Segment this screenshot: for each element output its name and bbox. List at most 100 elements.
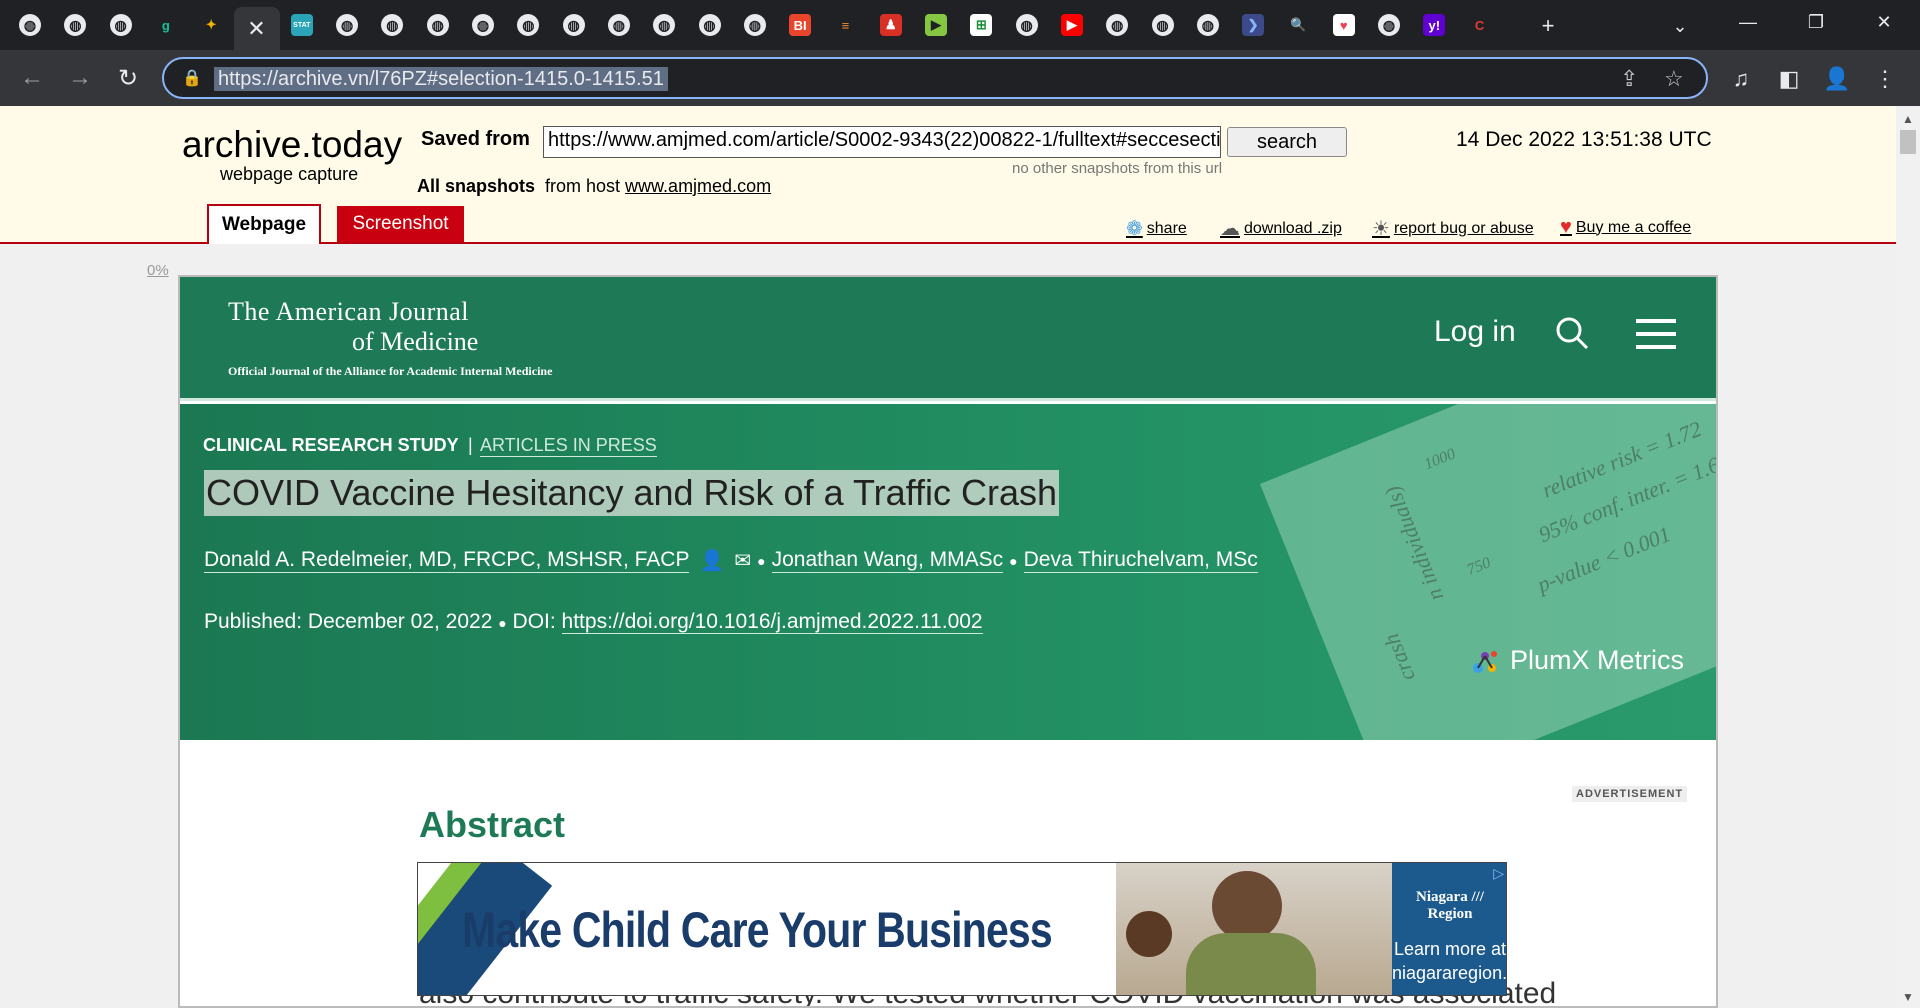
scroll-up-arrow-icon[interactable]: ▲ (1902, 112, 1914, 126)
browser-tab[interactable]: ◍ (101, 7, 141, 43)
ad-learn-line2: niagararegion.ca (1392, 963, 1507, 983)
mail-icon[interactable]: ✉ (734, 548, 751, 573)
host-link[interactable]: www.amjmed.com (625, 176, 771, 196)
browser-tab[interactable]: ◍ (644, 7, 684, 43)
author-link[interactable]: Deva Thiruchelvam, MSc (1023, 548, 1258, 573)
media-control-icon[interactable]: ♫ (1726, 64, 1756, 94)
profile-avatar-icon[interactable]: 👤 (1822, 64, 1852, 94)
section-label: CLINICAL RESEARCH STUDY (203, 435, 459, 455)
browser-tab[interactable]: C (1460, 7, 1500, 43)
chrome-menu-icon[interactable]: ⋮ (1870, 64, 1900, 94)
browser-tab[interactable]: g (146, 7, 186, 43)
plumx-icon (1473, 650, 1497, 673)
journal-title-line1[interactable]: The American Journal (228, 297, 469, 327)
back-button[interactable]: ← (16, 62, 48, 94)
page-scrollbar[interactable]: ▲ ▼ (1896, 106, 1920, 1008)
adchoices-icon[interactable]: ▷ (1493, 865, 1504, 882)
reload-button[interactable]: ↻ (112, 62, 144, 94)
journal-title-line2[interactable]: of Medicine (352, 327, 478, 357)
tab-webpage[interactable]: Webpage (207, 204, 321, 244)
login-link[interactable]: Log in (1434, 315, 1516, 349)
ad-cta-panel[interactable]: ▷ Niagara /// Region Learn more at niaga… (1392, 863, 1507, 995)
articles-in-press-link[interactable]: ARTICLES IN PRESS (480, 435, 657, 457)
person-icon[interactable]: 👤 (699, 548, 724, 573)
doi-link[interactable]: https://doi.org/10.1016/j.amjmed.2022.11… (561, 610, 983, 634)
browser-tab[interactable]: 🔍 (1278, 7, 1318, 43)
address-bar[interactable]: 🔒 https://archive.vn/l76PZ#selection-141… (162, 57, 1708, 99)
globe-icon: ◍ (1015, 14, 1038, 36)
published-date: December 02, 2022 (307, 610, 493, 633)
browser-tab[interactable]: ◍ (599, 7, 639, 43)
hamburger-menu-icon[interactable] (1636, 319, 1676, 349)
search-icon[interactable] (1554, 315, 1590, 351)
browser-tab[interactable]: ◍ (463, 7, 503, 43)
globe-icon: ◍ (1106, 14, 1129, 36)
author-link[interactable]: Donald A. Redelmeier, MD, FRCPC, MSHSR, … (204, 548, 690, 573)
close-icon[interactable]: ✕ (247, 16, 265, 42)
browser-tab[interactable]: y! (1414, 7, 1454, 43)
tab-screenshot[interactable]: Screenshot (337, 206, 464, 242)
side-panel-icon[interactable]: ◧ (1774, 64, 1804, 94)
report-bug-link[interactable]: ☀ report bug or abuse (1372, 216, 1534, 241)
browser-tab[interactable]: ◍ (554, 7, 594, 43)
plumx-metrics-link[interactable]: PlumX Metrics (1470, 645, 1684, 676)
browser-tab[interactable]: ◍ (735, 7, 775, 43)
globe-icon: ◍ (743, 14, 766, 36)
browser-tab[interactable]: ≡ (825, 7, 865, 43)
ad-headline[interactable]: Make Child Care Your Business (462, 901, 1053, 959)
minimize-button[interactable]: — (1714, 0, 1782, 44)
browser-tab[interactable]: ◍ (418, 7, 458, 43)
journal-subtitle: Official Journal of the Alliance for Aca… (228, 364, 553, 378)
browser-tab[interactable]: ▶ (1052, 7, 1092, 43)
close-window-button[interactable]: ✕ (1850, 0, 1918, 44)
scrollbar-thumb[interactable] (1900, 130, 1916, 154)
download-zip-link[interactable]: ☁ download .zip (1220, 216, 1342, 241)
search-icon: 🔍 (1287, 14, 1310, 36)
globe-icon: ◍ (109, 14, 132, 36)
saved-url-input[interactable]: https://www.amjmed.com/article/S0002-934… (543, 126, 1221, 158)
browser-tab[interactable]: ◍ (55, 7, 95, 43)
ad-learn-more[interactable]: Learn more at niagararegion.ca (1392, 937, 1507, 985)
archive-logo[interactable]: archive.today (182, 124, 402, 166)
browser-tab[interactable]: ◍ (1143, 7, 1183, 43)
restore-button[interactable]: ❐ (1782, 0, 1850, 44)
browser-tab[interactable]: ◍ (372, 7, 412, 43)
share-page-icon[interactable]: ⇪ (1620, 66, 1638, 92)
browser-tab[interactable]: ◍ (1097, 7, 1137, 43)
search-button[interactable]: search (1227, 127, 1347, 157)
browser-tab[interactable]: ◍ (690, 7, 730, 43)
globe-icon: ◍ (698, 14, 721, 36)
browser-tab[interactable]: ❯ (1233, 7, 1273, 43)
browser-tab[interactable]: ✦ (191, 7, 231, 43)
browser-tab[interactable]: ◍ (508, 7, 548, 43)
zoom-percentage[interactable]: 0% (147, 262, 169, 279)
browser-tab[interactable]: ◍ (1007, 7, 1047, 43)
saved-from-label: Saved from (421, 128, 530, 150)
browser-tab[interactable]: ♥ (1324, 7, 1364, 43)
ad-photo[interactable] (1116, 863, 1392, 995)
author-link[interactable]: Jonathan Wang, MMASc (771, 548, 1004, 573)
browser-tab[interactable]: BI (780, 7, 820, 43)
lock-icon[interactable]: 🔒 (182, 68, 202, 88)
bookmark-star-icon[interactable]: ☆ (1664, 66, 1684, 92)
tab-search-chevron-icon[interactable]: ⌄ (1662, 8, 1698, 44)
browser-tab[interactable]: STAT (282, 7, 322, 43)
globe-icon: ◍ (336, 14, 359, 36)
browser-tab[interactable]: ◍ (10, 7, 50, 43)
buy-coffee-link[interactable]: ♥ Buy me a coffee (1560, 216, 1691, 239)
browser-tab[interactable]: ◍ (1188, 7, 1228, 43)
browser-tab[interactable]: ▶ (916, 7, 956, 43)
browser-tab[interactable]: ◍ (327, 7, 367, 43)
browser-tab[interactable]: ⊞ (961, 7, 1001, 43)
new-tab-button[interactable]: + (1530, 8, 1566, 44)
address-url[interactable]: https://archive.vn/l76PZ#selection-1415.… (214, 67, 668, 91)
share-link[interactable]: ❁ share (1126, 216, 1187, 241)
advertisement-banner[interactable]: Make Child Care Your Business ▷ Niagara … (417, 862, 1507, 996)
forward-button[interactable]: → (64, 62, 96, 94)
scroll-down-arrow-icon[interactable]: ▼ (1902, 990, 1914, 1004)
captured-webpage: The American Journal of Medicine Officia… (178, 275, 1718, 1008)
browser-tab[interactable]: ♟ (871, 7, 911, 43)
active-tab[interactable]: ✕ (233, 7, 280, 50)
all-snapshots-label[interactable]: All snapshots (417, 176, 535, 197)
browser-tab[interactable]: ◍ (1369, 7, 1409, 43)
